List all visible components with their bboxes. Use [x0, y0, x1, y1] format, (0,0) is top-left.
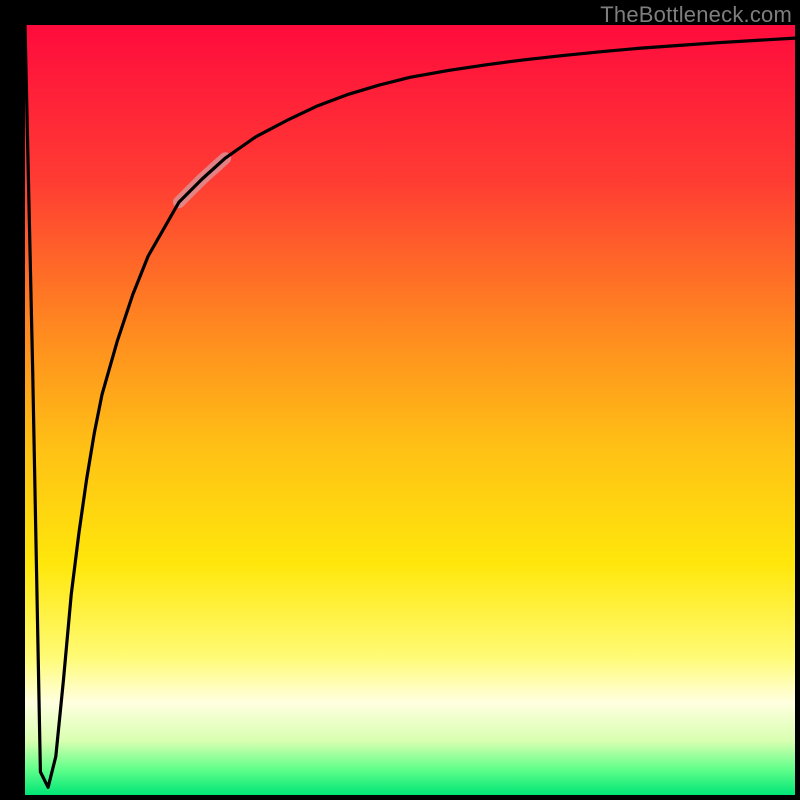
watermark-text: TheBottleneck.com — [600, 2, 792, 28]
chart-container: TheBottleneck.com — [0, 0, 800, 800]
gradient-background — [25, 25, 795, 795]
plot-area — [25, 25, 795, 795]
chart-svg — [25, 25, 795, 795]
